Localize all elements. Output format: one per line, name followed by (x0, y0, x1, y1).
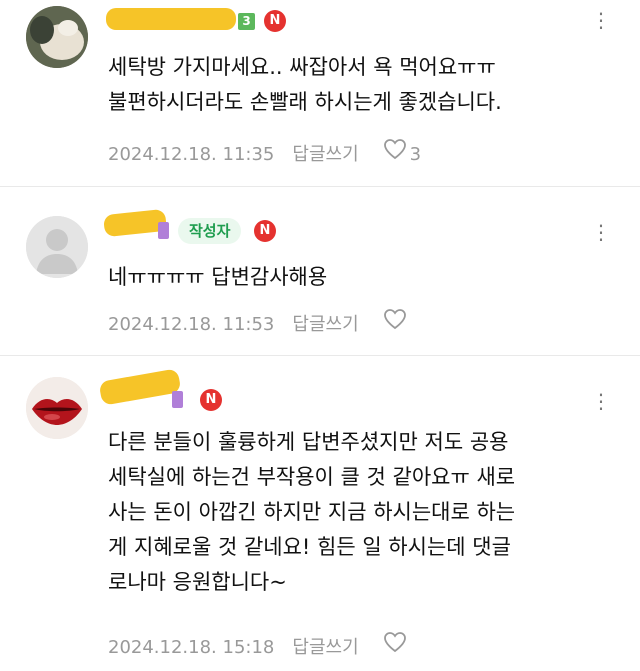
like-button[interactable] (383, 631, 410, 660)
comment-date: 2024.12.18. 11:35 (108, 144, 275, 165)
author-tag: 작성자 (178, 218, 242, 244)
comment-1: 3 N ⋮ 세탁방 가지마세요.. 싸잡아서 욕 먹어요ㅠㅠ 불편하시더라도 손… (0, 0, 640, 182)
comment-meta: 2024.12.18. 15:18 답글쓰기 (108, 631, 410, 658)
level-badge (158, 222, 169, 239)
new-badge: N (264, 10, 286, 32)
avatar[interactable] (26, 6, 88, 68)
comment-text: 세탁방 가지마세요.. 싸잡아서 욕 먹어요ㅠㅠ 불편하시더라도 손빨래 하시는… (108, 55, 502, 114)
reply-button[interactable]: 답글쓰기 (292, 636, 358, 660)
like-button[interactable] (383, 308, 410, 337)
heart-icon (383, 139, 406, 160)
reply-button[interactable]: 답글쓰기 (292, 313, 358, 337)
comment-date: 2024.12.18. 15:18 (108, 637, 275, 658)
comment-meta: 2024.12.18. 11:53 답글쓰기 (108, 308, 410, 335)
comment-2: 작성자 N ⋮ 네ㅠㅠㅠㅠ 답변감사해용 2024.12.18. 11:53 답글… (0, 186, 640, 356)
comment-3: N ⋮ 다른 분들이 훌륭하게 답변주셨지만 저도 공용 세탁실에 하는건 부작… (0, 355, 640, 671)
level-badge (172, 391, 183, 408)
comment-text: 다른 분들이 훌륭하게 답변주셨지만 저도 공용 세탁실에 하는건 부작용이 클… (108, 430, 516, 594)
new-badge: N (200, 389, 222, 411)
new-badge: N (254, 220, 276, 242)
heart-icon (383, 309, 406, 330)
nickname-redaction (98, 368, 182, 406)
like-count: 3 (409, 144, 422, 165)
more-options-icon[interactable]: ⋮ (591, 389, 611, 413)
avatar[interactable] (26, 377, 88, 439)
level-badge: 3 (238, 13, 255, 30)
comment-meta: 2024.12.18. 11:35 답글쓰기 3 (108, 138, 421, 165)
more-options-icon[interactable]: ⋮ (591, 220, 611, 244)
nickname-redaction (106, 8, 236, 30)
more-options-icon[interactable]: ⋮ (591, 8, 611, 32)
like-button[interactable]: 3 (383, 138, 421, 167)
heart-icon (383, 632, 406, 653)
comment-text: 네ㅠㅠㅠㅠ 답변감사해용 (108, 265, 328, 289)
avatar[interactable] (26, 216, 88, 278)
comment-date: 2024.12.18. 11:53 (108, 314, 275, 335)
reply-button[interactable]: 답글쓰기 (292, 143, 358, 167)
